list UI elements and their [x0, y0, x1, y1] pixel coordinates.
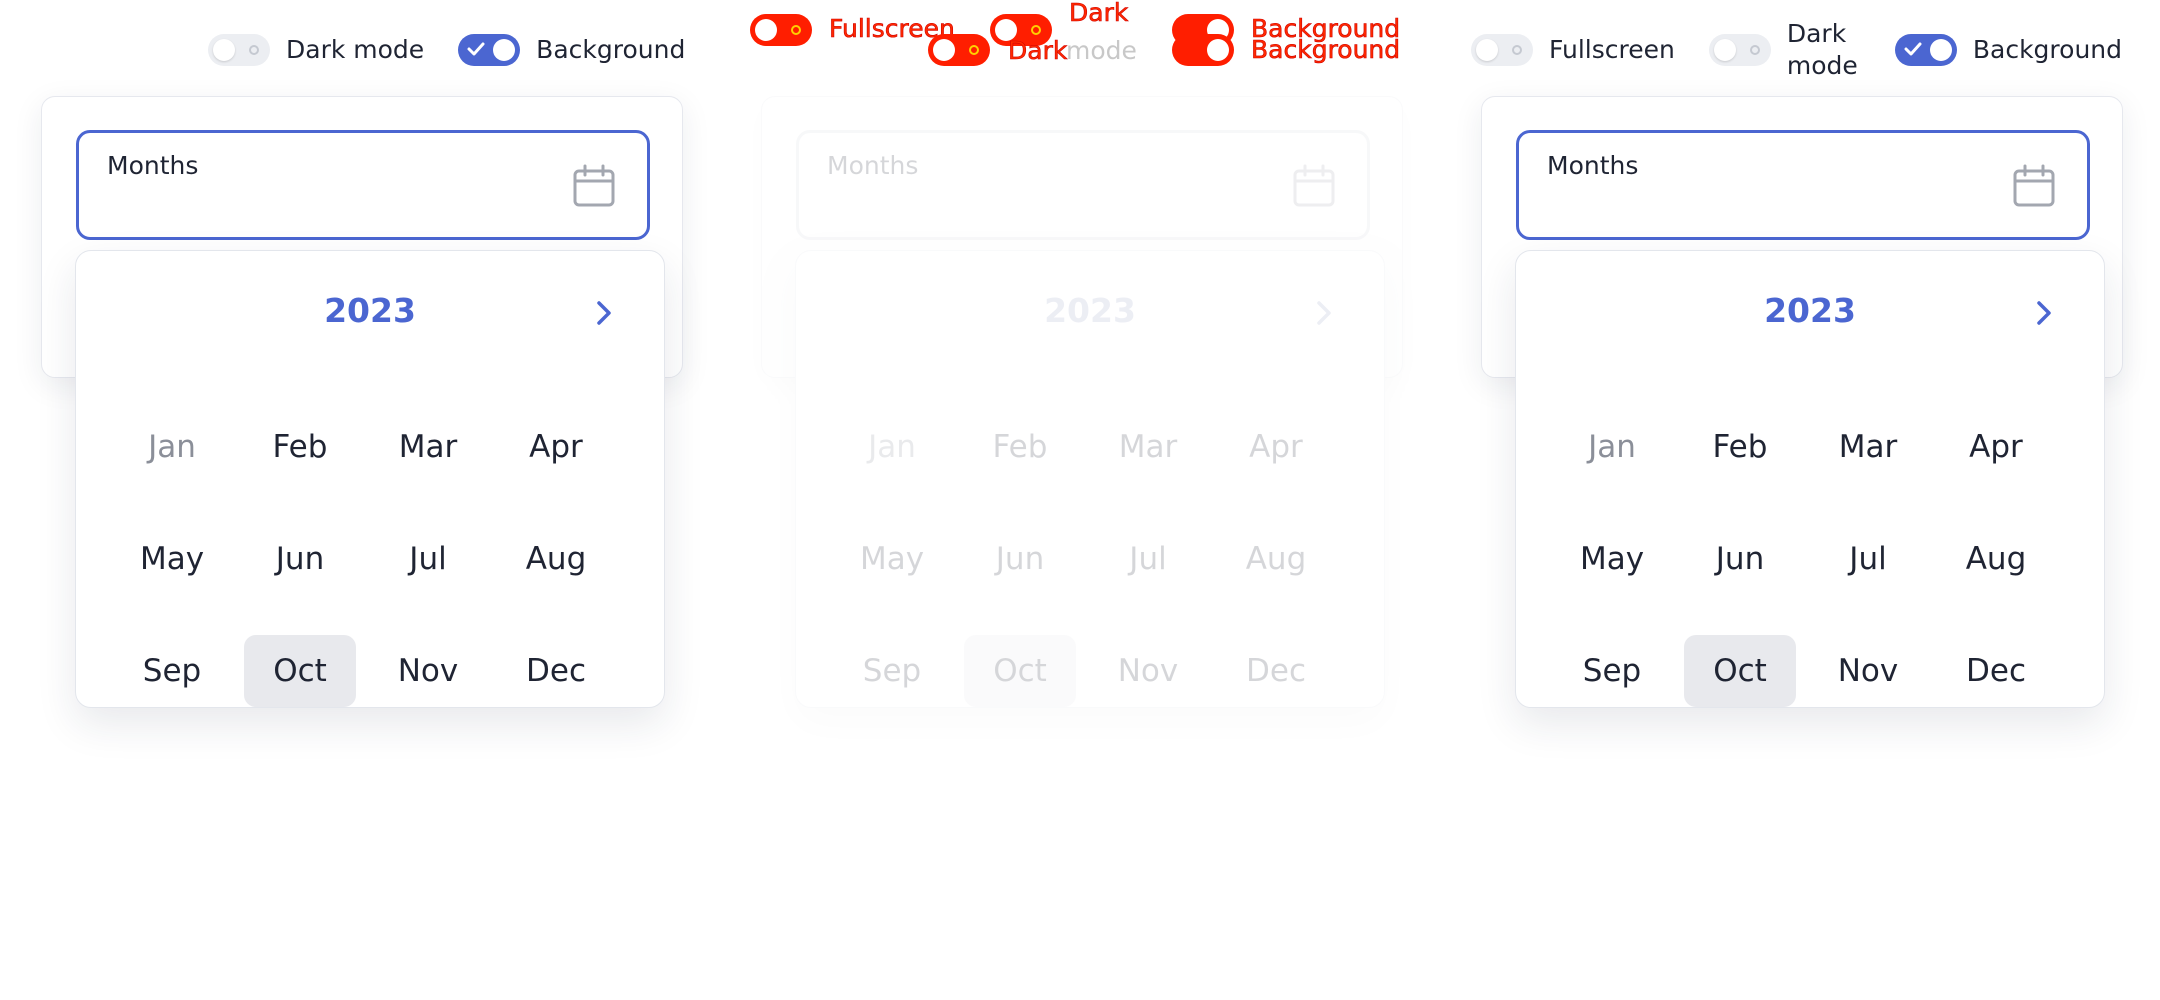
sun-icon: [969, 45, 979, 55]
month-nov[interactable]: Nov: [372, 635, 484, 707]
month-may[interactable]: May: [116, 523, 228, 595]
chevron-right-icon[interactable]: [1314, 299, 1334, 327]
dark-mode-toggle[interactable]: Dark mode: [208, 34, 424, 67]
month-may[interactable]: May: [1556, 523, 1668, 595]
month-jan[interactable]: Jan: [116, 411, 228, 483]
month-jan[interactable]: Jan: [836, 411, 948, 483]
switch-knob: [213, 39, 235, 61]
overlay-mode-label: mode: [1066, 36, 1137, 65]
month-mar[interactable]: Mar: [1812, 411, 1924, 483]
year-label[interactable]: 2023: [76, 291, 664, 330]
month-oct[interactable]: Oct: [1684, 635, 1796, 707]
calendar-icon[interactable]: [571, 163, 617, 209]
chevron-right-icon[interactable]: [594, 299, 614, 327]
month-grid: Jan Feb Mar Apr May Jun Jul Aug Sep Oct …: [828, 391, 1340, 727]
dark-mode-toggle[interactable]: Dark mode: [1708, 18, 1861, 83]
month-nov[interactable]: Nov: [1092, 635, 1204, 707]
month-feb[interactable]: Feb: [1684, 411, 1796, 483]
overlay-background-label-2: Background: [1251, 35, 1401, 65]
dark-mode-switch[interactable]: [1708, 34, 1771, 66]
months-field[interactable]: Months: [796, 130, 1370, 240]
month-oct[interactable]: Oct: [244, 635, 356, 707]
sun-icon: [791, 25, 801, 35]
overlay-fullscreen-switch[interactable]: [750, 14, 812, 46]
dark-mode-label: Dark mode: [1786, 18, 1858, 81]
month-dec[interactable]: Dec: [1940, 635, 2052, 707]
month-nov[interactable]: Nov: [1812, 635, 1924, 707]
background-label: Background: [536, 34, 686, 64]
check-icon: [467, 42, 485, 56]
month-apr[interactable]: Apr: [1940, 411, 2052, 483]
fullscreen-off-icon: [1512, 45, 1522, 55]
months-field[interactable]: Months: [76, 130, 650, 240]
background-label: Background: [1972, 34, 2123, 64]
month-sep[interactable]: Sep: [116, 635, 228, 707]
check-icon: [1904, 42, 1922, 56]
dark-mode-switch[interactable]: [208, 34, 270, 66]
left-toolbar: Dark mode Background: [208, 0, 685, 100]
switch-knob: [493, 39, 516, 61]
dark-mode-label: Dark mode: [286, 34, 425, 64]
left-month-picker: 2023 Jan Feb Mar Apr May Jun Jul Aug Sep…: [75, 250, 665, 708]
month-grid: Jan Feb Mar Apr May Jun Jul Aug Sep Oct …: [108, 391, 620, 727]
overlay-dark-label: Dark: [1069, 0, 1129, 27]
month-sep[interactable]: Sep: [836, 635, 948, 707]
month-jul[interactable]: Jul: [372, 523, 484, 595]
background-switch[interactable]: [1894, 34, 1957, 66]
month-dec[interactable]: Dec: [1220, 635, 1332, 707]
fullscreen-toggle[interactable]: Fullscreen: [1471, 34, 1675, 67]
switch-knob: [933, 39, 955, 61]
month-grid: Jan Feb Mar Apr May Jun Jul Aug Sep Oct …: [1548, 391, 2060, 727]
switch-knob: [1929, 39, 1952, 61]
month-oct[interactable]: Oct: [964, 635, 1076, 707]
months-field-label: Months: [1547, 151, 1639, 180]
month-mar[interactable]: Mar: [372, 411, 484, 483]
middle-month-picker: 2023 Jan Feb Mar Apr May Jun Jul Aug Sep…: [795, 250, 1385, 708]
month-aug[interactable]: Aug: [1940, 523, 2052, 595]
month-feb[interactable]: Feb: [244, 411, 356, 483]
month-apr[interactable]: Apr: [500, 411, 612, 483]
month-may[interactable]: May: [836, 523, 948, 595]
sun-icon: [1031, 25, 1041, 35]
switch-knob: [1476, 39, 1498, 61]
background-switch[interactable]: [458, 34, 521, 66]
months-field-label: Months: [107, 151, 199, 180]
month-feb[interactable]: Feb: [964, 411, 1076, 483]
year-label[interactable]: 2023: [796, 291, 1384, 330]
year-label[interactable]: 2023: [1516, 291, 2104, 330]
month-mar[interactable]: Mar: [1092, 411, 1204, 483]
switch-knob: [1207, 39, 1229, 61]
month-sep[interactable]: Sep: [1556, 635, 1668, 707]
month-dec[interactable]: Dec: [500, 635, 612, 707]
moon-off-icon: [249, 45, 259, 55]
right-month-picker: 2023 Jan Feb Mar Apr May Jun Jul Aug Sep…: [1515, 250, 2105, 708]
months-field[interactable]: Months: [1516, 130, 2090, 240]
switch-knob: [755, 19, 777, 41]
moon-off-icon: [1749, 45, 1760, 55]
month-jul[interactable]: Jul: [1092, 523, 1204, 595]
overlay-dark-switch-2[interactable]: [928, 34, 990, 66]
fullscreen-switch[interactable]: [1471, 34, 1533, 66]
background-toggle[interactable]: Background: [458, 34, 685, 67]
months-field-label: Months: [827, 151, 919, 180]
calendar-icon[interactable]: [2011, 163, 2057, 209]
right-toolbar: Fullscreen Dark mode Background: [1471, 0, 2122, 100]
month-jan[interactable]: Jan: [1556, 411, 1668, 483]
month-aug[interactable]: Aug: [1220, 523, 1332, 595]
month-aug[interactable]: Aug: [500, 523, 612, 595]
switch-knob: [1713, 39, 1736, 61]
month-jun[interactable]: Jun: [964, 523, 1076, 595]
fullscreen-label: Fullscreen: [1549, 34, 1675, 64]
overlay-background-switch-2[interactable]: [1172, 34, 1234, 66]
month-jun[interactable]: Jun: [244, 523, 356, 595]
overlay-dark-label-2: Dark: [1008, 36, 1068, 66]
month-apr[interactable]: Apr: [1220, 411, 1332, 483]
chevron-right-icon[interactable]: [2034, 299, 2054, 327]
month-jun[interactable]: Jun: [1684, 523, 1796, 595]
background-toggle[interactable]: Background: [1894, 34, 2123, 67]
month-jul[interactable]: Jul: [1812, 523, 1924, 595]
calendar-icon[interactable]: [1291, 163, 1337, 209]
